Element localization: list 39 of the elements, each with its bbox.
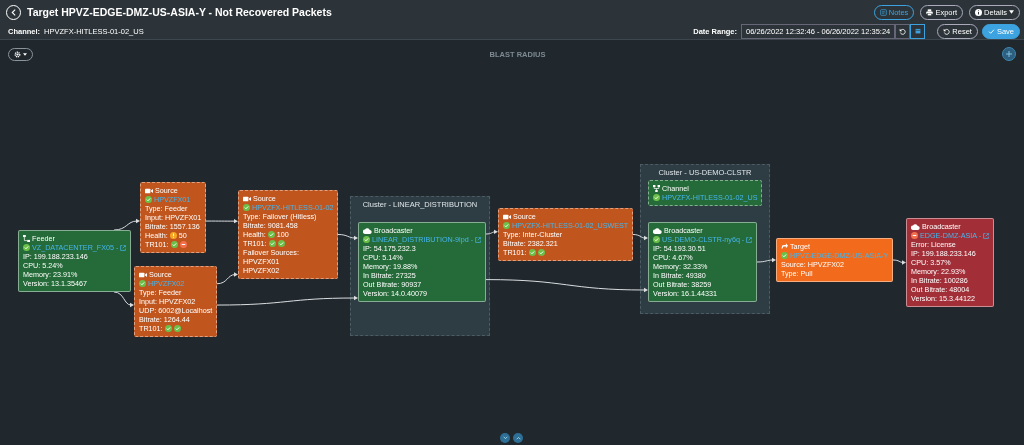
connector-arrow — [113, 291, 134, 308]
video-camera-icon — [145, 187, 153, 194]
page-title: Target HPVZ-EDGE-DMZ-US-ASIA-Y - Not Recovered Packets — [27, 6, 332, 18]
chevron-down-icon — [502, 436, 508, 440]
undo-icon — [899, 27, 907, 35]
calendar-button[interactable] — [910, 23, 926, 39]
scroll-up-button[interactable] — [513, 433, 523, 443]
add-button[interactable] — [1002, 47, 1016, 61]
video-camera-icon — [243, 195, 251, 202]
chevron-up-icon — [515, 436, 521, 440]
caret-icon — [1009, 10, 1014, 14]
settings-icon — [14, 50, 21, 58]
info-circle-icon — [975, 8, 983, 16]
check-icon — [987, 27, 995, 35]
note-icon — [879, 8, 887, 16]
connector-arrow — [216, 272, 238, 285]
connector-arrow — [205, 218, 238, 224]
connector-arrow — [632, 234, 648, 241]
network-icon — [23, 235, 30, 242]
connector-arrow — [756, 257, 776, 263]
sitemap-icon — [653, 185, 660, 192]
printer-icon — [926, 8, 934, 16]
cloud-icon — [911, 223, 920, 230]
chevron-left-icon — [11, 8, 16, 16]
connector-arrow — [892, 259, 906, 265]
undo-button[interactable] — [895, 23, 911, 39]
calendar-icon — [914, 28, 921, 34]
caret-icon — [23, 52, 27, 56]
video-camera-icon — [139, 271, 147, 278]
connector-arrow — [113, 218, 140, 231]
cloud-icon — [363, 227, 372, 234]
connector-arrow — [337, 234, 358, 241]
share-arrow-icon — [781, 243, 788, 250]
plus-icon — [1006, 51, 1012, 57]
connector-arrow — [485, 229, 498, 235]
scroll-down-button[interactable] — [500, 433, 510, 443]
cloud-icon — [653, 227, 662, 234]
video-camera-icon — [503, 213, 511, 220]
undo-icon — [943, 27, 951, 35]
